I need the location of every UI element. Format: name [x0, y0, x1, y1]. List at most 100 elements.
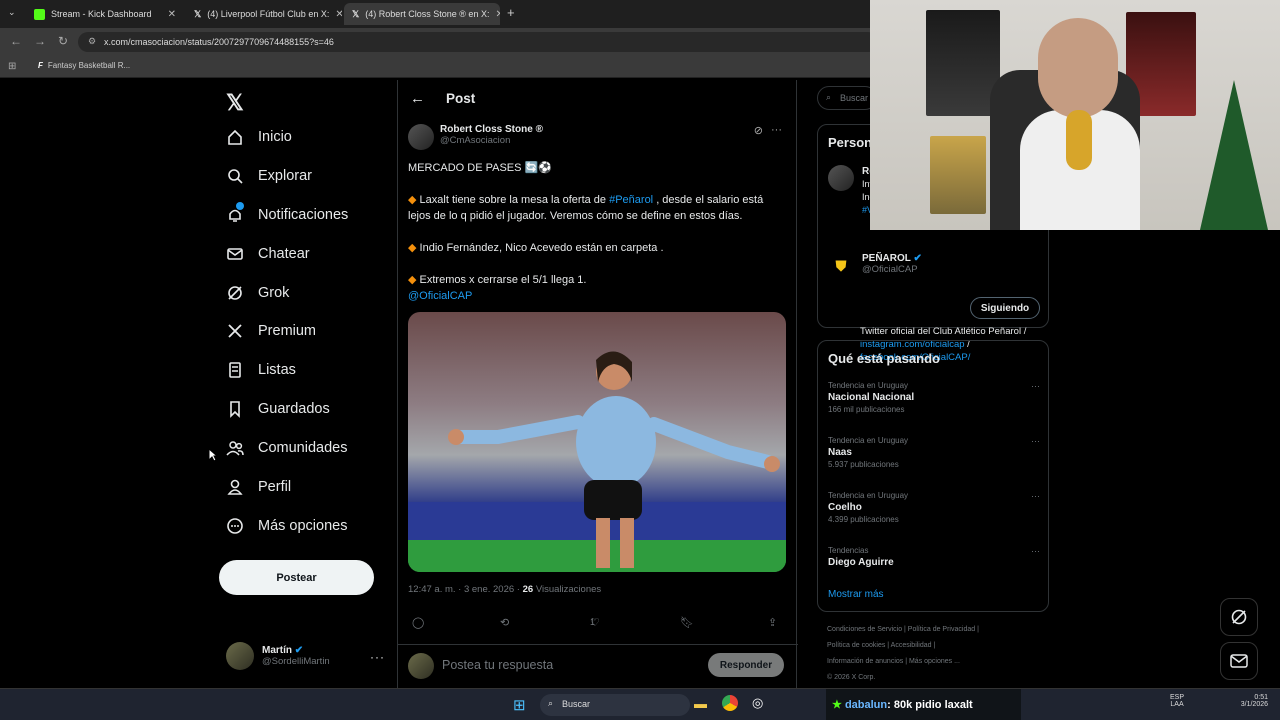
- bio-text: Twitter oficial del Club Atlético Peñaro…: [860, 326, 1027, 337]
- more-dots-icon[interactable]: ···: [370, 650, 385, 664]
- mention-link[interactable]: @OficialCAP: [408, 288, 788, 304]
- p3-text: Extremos x cerrarse el 5/1 llega 1.: [419, 274, 587, 286]
- forward-nav-icon[interactable]: →: [34, 34, 46, 48]
- file-explorer-icon[interactable]: ▬: [694, 696, 707, 711]
- trend-item[interactable]: Tendencia en Uruguay Coelho 4.399 publicac…: [828, 491, 1040, 524]
- footer-links-line[interactable]: © 2026 X Corp.: [827, 674, 875, 681]
- taskbar-search[interactable]: ⌕ Buscar: [540, 694, 690, 716]
- nav-label: Listas: [258, 362, 296, 378]
- suggested-account[interactable]: Ro Int Inc #V: [828, 165, 875, 217]
- more-dots-icon[interactable]: ···: [1031, 491, 1040, 501]
- nav-item-grok[interactable]: Grok: [226, 284, 289, 302]
- windows-start-icon[interactable]: ⊞: [513, 696, 526, 714]
- diamond-icon: ◆: [408, 242, 417, 254]
- back-nav-icon[interactable]: ←: [10, 34, 22, 48]
- card-title: Qué está pasando: [828, 351, 940, 366]
- messages-fab-button[interactable]: [1220, 642, 1258, 680]
- nav-label: Inicio: [258, 129, 292, 145]
- nav-item-chatear[interactable]: Chatear: [226, 245, 310, 263]
- trend-name: Naas: [828, 447, 852, 458]
- more-dots-icon[interactable]: ···: [1031, 436, 1040, 446]
- chrome-icon[interactable]: [722, 695, 738, 711]
- footer-links-line[interactable]: Condiciones de Servicio | Política de Pr…: [827, 626, 979, 633]
- apps-grid-icon[interactable]: ⊞: [8, 61, 16, 72]
- like-button[interactable]: ♡ 1: [590, 616, 600, 629]
- tab-robert-closs[interactable]: 𝕏 (4) Robert Closs Stone ® en X: ✕: [344, 3, 500, 25]
- search-input[interactable]: ⌕ Buscar: [817, 86, 877, 110]
- app-icon[interactable]: ◎: [752, 695, 763, 711]
- nav-item-inicio[interactable]: Inicio: [226, 128, 292, 146]
- post-timestamp[interactable]: 12:47 a. m. · 3 ene. 2026 ·: [408, 584, 523, 595]
- site-info-icon[interactable]: ⚙: [88, 36, 96, 47]
- grok-icon[interactable]: ⊘: [754, 124, 763, 137]
- x-favicon-icon: 𝕏: [352, 8, 360, 19]
- url-field[interactable]: ⚙ x.com/cmasociacion/status/200729770967…: [78, 32, 878, 52]
- search-icon: [226, 167, 244, 185]
- trend-context: Tendencia en Uruguay: [828, 381, 909, 390]
- nav-item-comunidades[interactable]: Comunidades: [226, 439, 347, 457]
- microphone: [1066, 110, 1092, 170]
- suggested-account-penarol[interactable]: ⛊ PEÑAROL ✔ @OficialCAP: [828, 253, 922, 279]
- trend-item[interactable]: Tendencia en Uruguay Naas 5.937 publicacio…: [828, 436, 1040, 469]
- show-more-link[interactable]: Mostrar más: [828, 589, 884, 600]
- language-indicator[interactable]: ESP LAA: [1170, 694, 1184, 708]
- nav-item-premium[interactable]: Premium: [226, 322, 316, 340]
- tab-title: (4) Liverpool Fútbol Club en X:: [207, 9, 330, 19]
- reply-icon[interactable]: ◯: [412, 616, 424, 629]
- verified-icon: ✔: [294, 645, 304, 656]
- p2-text: Indio Fernández, Nico Acevedo están en c…: [419, 242, 664, 254]
- heart-icon: ♡: [590, 617, 600, 629]
- trend-item[interactable]: Tendencia en Uruguay Nacional Nacional 166…: [828, 381, 1040, 414]
- system-clock[interactable]: 0:51 3/1/2026: [1228, 694, 1268, 708]
- nav-item-listas[interactable]: Listas: [226, 361, 296, 379]
- post-author[interactable]: Robert Closs Stone ® @CmAsociacion: [408, 124, 543, 150]
- trend-context: Tendencia en Uruguay: [828, 436, 909, 445]
- reload-icon[interactable]: ↻: [58, 34, 68, 48]
- nav-item-explorar[interactable]: Explorar: [226, 167, 312, 185]
- avatar: [226, 642, 254, 670]
- hashtag-link[interactable]: #Peñarol: [609, 194, 653, 206]
- post-paragraph-2: ◆ Indio Fernández, Nico Acevedo están en…: [408, 240, 788, 256]
- postear-button[interactable]: Postear: [219, 560, 374, 595]
- mouse-cursor-icon: [208, 448, 218, 462]
- tab-list-icon[interactable]: ⌄: [8, 7, 16, 18]
- webcam-overlay: [870, 0, 1280, 230]
- close-tab-icon[interactable]: ✕: [335, 9, 342, 20]
- search-icon: ⌕: [548, 698, 554, 708]
- account-switcher[interactable]: Martín ✔ @SordelliMartin: [226, 642, 330, 670]
- bookmark-icon: [226, 400, 244, 418]
- trend-item[interactable]: Tendencias Diego Aguirre ···: [828, 546, 1040, 568]
- fantasy-favicon-icon: F: [38, 61, 43, 70]
- more-dots-icon[interactable]: ···: [1031, 381, 1040, 391]
- grok-fab-button[interactable]: [1220, 598, 1258, 636]
- streamer-face: [1038, 18, 1118, 118]
- new-tab-icon[interactable]: +: [507, 5, 515, 20]
- chat-user: dabalun: [844, 699, 888, 711]
- share-icon[interactable]: ⇪: [768, 616, 777, 629]
- back-arrow-icon[interactable]: ←: [410, 90, 425, 107]
- page-title: Post: [446, 91, 476, 106]
- post-photo[interactable]: [408, 312, 786, 572]
- trend-count: 166 mil publicaciones: [828, 405, 905, 414]
- star-icon: ★: [832, 699, 842, 711]
- nav-item-más-opciones[interactable]: Más opciones: [226, 517, 347, 535]
- nav-item-guardados[interactable]: Guardados: [226, 400, 330, 418]
- footer-links-line[interactable]: Información de anuncios | Más opciones .…: [827, 658, 960, 665]
- nav-item-perfil[interactable]: Perfil: [226, 478, 291, 496]
- tab-kick[interactable]: Stream - Kick Dashboard ✕: [26, 3, 184, 25]
- more-dots-icon[interactable]: ···: [1031, 546, 1040, 556]
- goodfellas-poster: [926, 10, 1000, 116]
- close-tab-icon[interactable]: ✕: [495, 9, 500, 20]
- bookmark-fantasy[interactable]: F Fantasy Basketball R...: [38, 61, 130, 70]
- more-dots-icon[interactable]: ···: [771, 124, 782, 137]
- reply-button[interactable]: Responder: [708, 653, 784, 677]
- close-tab-icon[interactable]: ✕: [168, 9, 176, 20]
- following-button[interactable]: Siguiendo: [970, 297, 1040, 319]
- footer-links-line[interactable]: Política de cookies | Accesibilidad |: [827, 642, 935, 649]
- tab-liverpool[interactable]: 𝕏 (4) Liverpool Fútbol Club en X: ✕: [186, 3, 342, 25]
- x-logo-icon[interactable]: 𝕏: [226, 90, 244, 116]
- bookmark-icon[interactable]: 🔖︎: [680, 616, 694, 629]
- repost-icon[interactable]: ⟲: [500, 616, 509, 629]
- reply-input[interactable]: Postea tu respuesta: [442, 658, 553, 672]
- nav-item-notificaciones[interactable]: Notificaciones: [226, 202, 348, 224]
